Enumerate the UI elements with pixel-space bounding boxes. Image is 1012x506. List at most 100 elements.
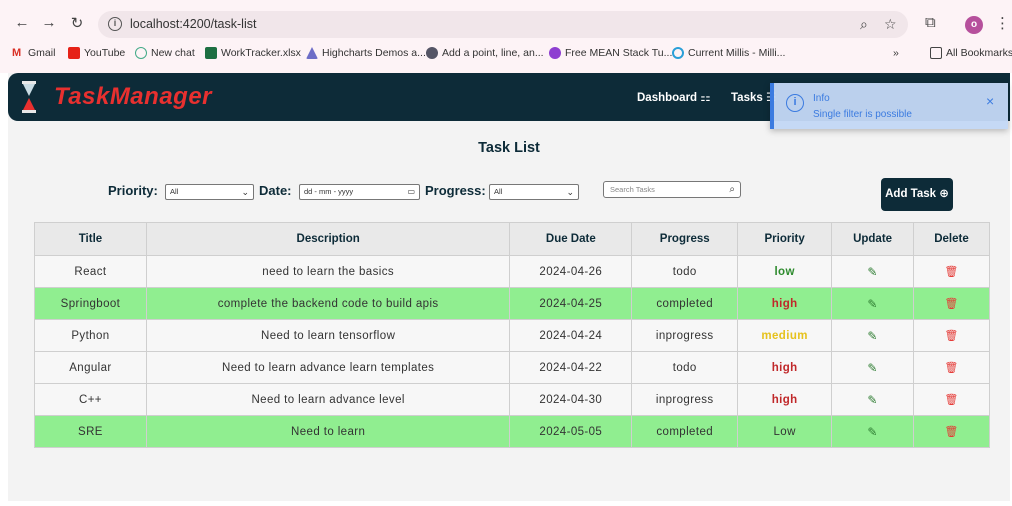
gmail-icon: M	[12, 47, 22, 59]
task-progress-cell: inprogress	[631, 319, 739, 352]
priority-filter-select[interactable]: All ⌄	[165, 184, 254, 200]
bookmark-highcharts[interactable]: Highcharts Demos a...	[306, 47, 426, 59]
bookmarks-overflow[interactable]: »	[893, 47, 899, 59]
dashboard-icon: ⚏	[700, 92, 711, 104]
edit-pencil-icon[interactable]: ✎	[867, 265, 877, 279]
delete-cell: 🗑	[913, 383, 990, 416]
header-title: Title	[34, 222, 147, 256]
update-cell: ✎	[831, 415, 915, 448]
nav-dashboard[interactable]: Dashboard ⚏	[637, 90, 711, 104]
date-filter-input[interactable]: dd - mm - yyyy ▭	[299, 184, 420, 200]
header-due-date: Due Date	[509, 222, 633, 256]
task-description-cell: complete the backend code to build apis	[145, 287, 511, 320]
site-info-icon[interactable]: i	[108, 17, 122, 31]
edit-pencil-icon[interactable]: ✎	[867, 329, 877, 343]
bookmark-add-point[interactable]: Add a point, line, an...	[426, 47, 544, 59]
bookmark-youtube[interactable]: YouTube	[68, 47, 125, 59]
edit-pencil-icon[interactable]: ✎	[867, 425, 877, 439]
task-progress-cell: completed	[631, 287, 739, 320]
task-priority-cell: low	[737, 255, 833, 288]
table-row: C++ Need to learn advance level 2024-04-30…	[34, 383, 990, 416]
trash-icon[interactable]: 🗑	[944, 362, 958, 374]
star-icon[interactable]: ☆	[884, 16, 897, 33]
table-row: React need to learn the basics 2024-04-26 t…	[34, 255, 990, 288]
youtube-icon	[68, 47, 80, 59]
info-icon: i	[786, 94, 804, 112]
bookmark-mean-stack[interactable]: Free MEAN Stack Tu...	[549, 47, 672, 59]
task-priority-cell: high	[737, 287, 833, 320]
task-due-date-cell: 2024-04-22	[509, 351, 633, 384]
task-table-body: React need to learn the basics 2024-04-26 t…	[34, 255, 990, 448]
progress-filter-label: Progress:	[425, 183, 486, 198]
update-cell: ✎	[831, 351, 915, 384]
back-icon[interactable]: ←	[12, 14, 32, 31]
calendar-icon[interactable]: ▭	[407, 185, 415, 199]
progress-filter-select[interactable]: All ⌄	[489, 184, 579, 200]
task-table: Title Description Due Date Progress Prio…	[34, 222, 990, 448]
bookmark-worktracker[interactable]: WorkTracker.xlsx	[205, 47, 301, 59]
update-cell: ✎	[831, 287, 915, 320]
task-title-cell: Python	[34, 319, 147, 352]
edit-pencil-icon[interactable]: ✎	[867, 361, 877, 375]
trash-icon[interactable]: 🗑	[944, 426, 958, 438]
search-icon[interactable]: ⌕	[729, 182, 735, 197]
task-due-date-cell: 2024-04-30	[509, 383, 633, 416]
task-due-date-cell: 2024-04-24	[509, 319, 633, 352]
clock-icon	[672, 47, 684, 59]
task-title-cell: C++	[34, 383, 147, 416]
header-priority: Priority	[737, 222, 833, 256]
task-title-cell: Springboot	[34, 287, 147, 320]
task-due-date-cell: 2024-04-25	[509, 287, 633, 320]
page-title: Task List	[478, 140, 540, 156]
highcharts-icon	[306, 47, 318, 59]
info-toast: i Info Single filter is possible ×	[770, 83, 1008, 129]
edit-pencil-icon[interactable]: ✎	[867, 393, 877, 407]
browser-chrome: ← → ↻ i localhost:4200/task-list ⌕ ☆ ⧉ o…	[0, 0, 1012, 73]
bookmark-new-chat[interactable]: New chat	[135, 47, 195, 59]
priority-filter-label: Priority:	[108, 183, 158, 198]
hourglass-logo-icon	[22, 81, 36, 113]
close-icon[interactable]: ×	[986, 93, 994, 109]
bookmarks-bar: M Gmail YouTube New chat WorkTracker.xlsx…	[0, 45, 1012, 65]
edit-pencil-icon[interactable]: ✎	[867, 297, 877, 311]
trash-icon[interactable]: 🗑	[944, 330, 958, 342]
brand-title[interactable]: TaskManager	[54, 83, 212, 111]
delete-cell: 🗑	[913, 255, 990, 288]
reload-icon[interactable]: ↻	[67, 14, 87, 32]
task-priority-cell: Low	[737, 415, 833, 448]
task-description-cell: need to learn the basics	[145, 255, 511, 288]
excel-icon	[205, 47, 217, 59]
all-bookmarks[interactable]: All Bookmarks	[930, 47, 1012, 59]
url-text[interactable]: localhost:4200/task-list	[130, 17, 256, 31]
chevron-down-icon: ⌄	[566, 187, 574, 197]
trash-icon[interactable]: 🗑	[944, 298, 958, 310]
add-task-button[interactable]: Add Task ⊕	[881, 178, 953, 211]
globe-icon	[426, 47, 438, 59]
chat-icon	[135, 47, 147, 59]
header-delete: Delete	[913, 222, 990, 256]
task-title-cell: Angular	[34, 351, 147, 384]
zoom-icon[interactable]: ⌕	[860, 16, 868, 33]
trash-icon[interactable]: 🗑	[944, 266, 958, 278]
update-cell: ✎	[831, 255, 915, 288]
extensions-icon[interactable]: ⧉	[925, 14, 936, 31]
bookmark-current-millis[interactable]: Current Millis - Milli...	[672, 47, 785, 59]
task-description-cell: Need to learn	[145, 415, 511, 448]
header-description: Description	[145, 222, 511, 256]
address-bar[interactable]: i localhost:4200/task-list ⌕ ☆	[98, 11, 908, 38]
folder-icon	[930, 47, 942, 59]
delete-cell: 🗑	[913, 287, 990, 320]
task-priority-cell: high	[737, 351, 833, 384]
browser-toolbar: ← → ↻ i localhost:4200/task-list ⌕ ☆ ⧉ o…	[0, 8, 1012, 40]
menu-icon[interactable]: ⋮	[995, 14, 1010, 32]
toast-message: Single filter is possible	[813, 109, 912, 120]
trash-icon[interactable]: 🗑	[944, 394, 958, 406]
task-progress-cell: todo	[631, 351, 739, 384]
search-input[interactable]: Search Tasks ⌕	[603, 181, 741, 198]
mean-icon	[549, 47, 561, 59]
bookmark-gmail[interactable]: M Gmail	[12, 47, 55, 59]
table-header-row: Title Description Due Date Progress Prio…	[34, 222, 990, 256]
profile-avatar[interactable]: o	[965, 16, 983, 34]
forward-icon[interactable]: →	[39, 14, 59, 31]
task-description-cell: Need to learn tensorflow	[145, 319, 511, 352]
